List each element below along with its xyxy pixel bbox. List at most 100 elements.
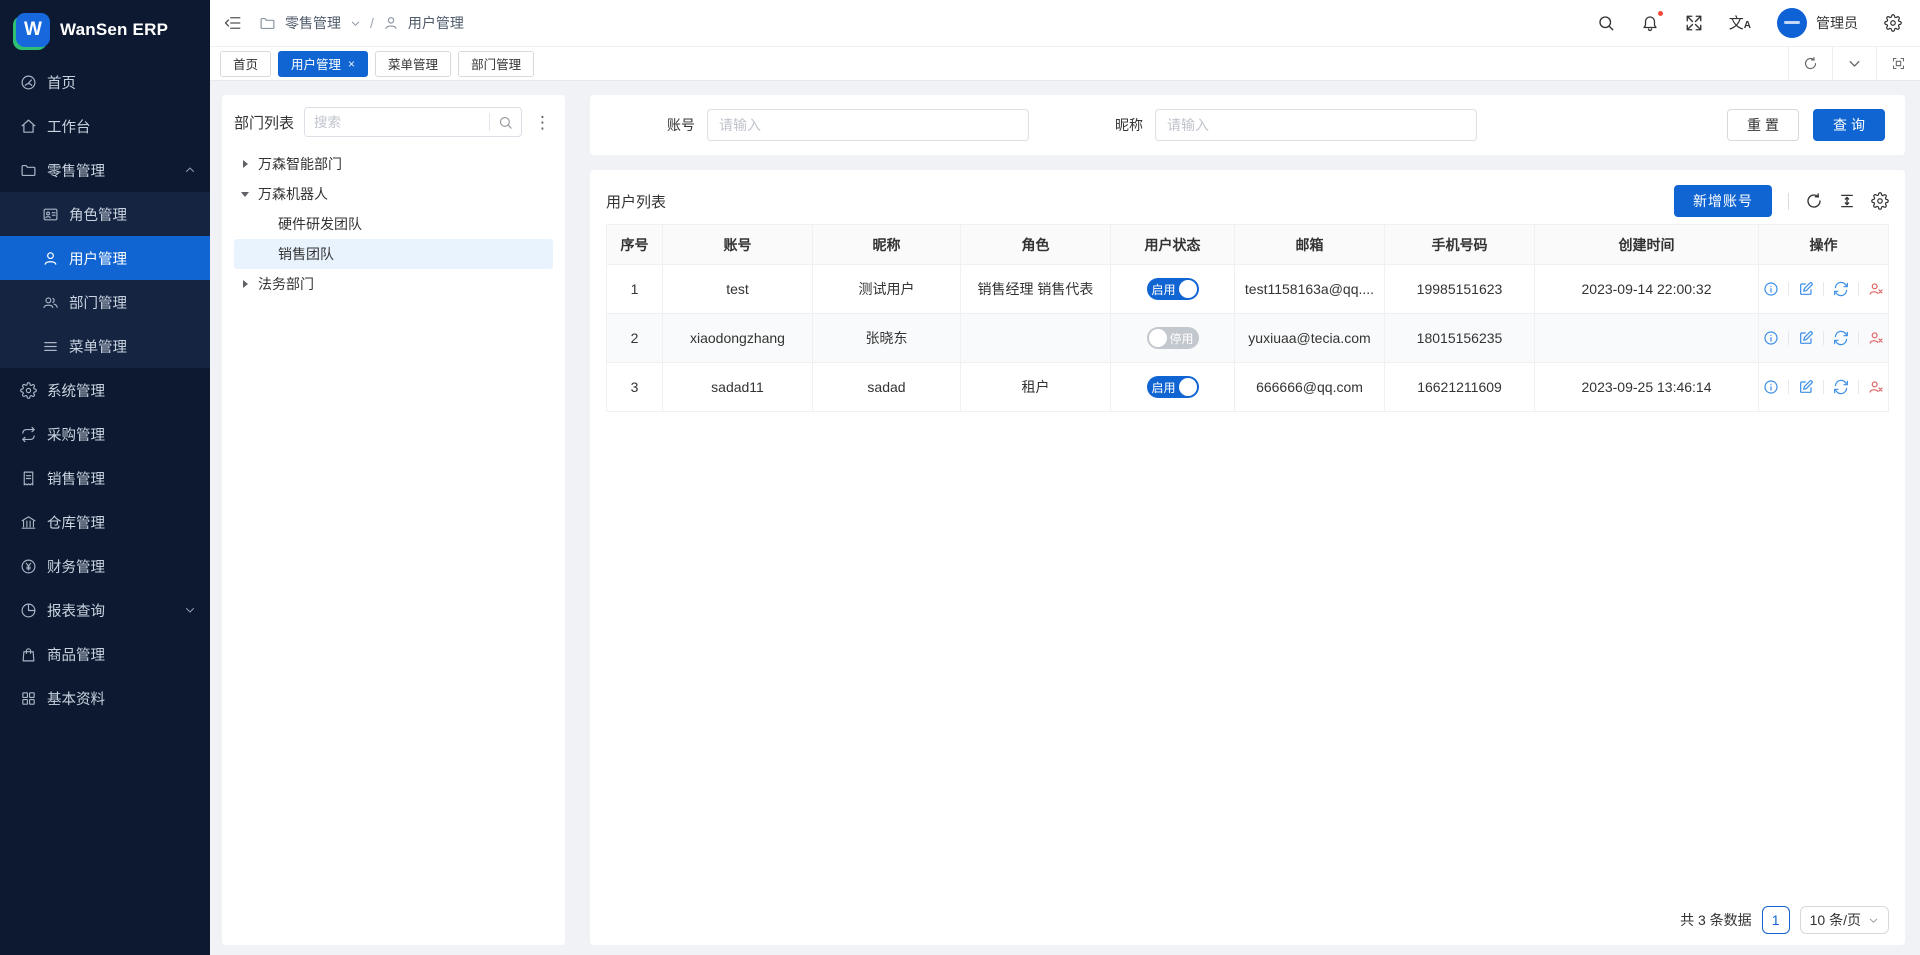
col-roles: 角色 [961, 225, 1111, 265]
status-toggle[interactable]: 启用 [1147, 278, 1199, 300]
sidebar-item-reports[interactable]: 报表查询 [0, 588, 210, 632]
delete-user-icon[interactable] [1868, 330, 1884, 346]
page-number-button[interactable]: 1 [1762, 906, 1790, 934]
department-search-input[interactable] [305, 108, 489, 136]
add-account-button[interactable]: 新增账号 [1674, 185, 1772, 217]
table-toolbar: 新增账号 [1674, 185, 1889, 217]
sidebar-item-label: 财务管理 [47, 556, 196, 577]
sidebar-item-role-mgmt[interactable]: 角色管理 [0, 192, 210, 236]
nickname-input[interactable] [1155, 109, 1477, 141]
sidebar-item-label: 首页 [47, 72, 196, 93]
close-icon[interactable]: × [348, 57, 355, 71]
sidebar-item-finance[interactable]: 财务管理 [0, 544, 210, 588]
main-column: 零售管理 / 用户管理 文A 管理员 [210, 0, 1920, 955]
input-divider [489, 113, 490, 131]
notifications-button[interactable] [1641, 14, 1659, 32]
sidebar-fold-icon[interactable] [224, 14, 242, 32]
translate-icon[interactable]: 文A [1729, 16, 1751, 31]
tree-item-label: 法务部门 [258, 274, 314, 294]
gear-icon[interactable] [1884, 14, 1902, 32]
reset-password-icon[interactable] [1833, 379, 1849, 395]
tab-label: 部门管理 [471, 54, 521, 73]
caret-down-icon[interactable] [238, 192, 252, 197]
cell-account: xiaodongzhang [663, 314, 813, 363]
tab-user-mgmt[interactable]: 用户管理 × [278, 51, 368, 77]
chevron-down-icon [1847, 56, 1862, 71]
sidebar-item-warehouse[interactable]: 仓库管理 [0, 500, 210, 544]
delete-user-icon[interactable] [1868, 379, 1884, 395]
status-toggle[interactable]: 停用 [1147, 327, 1199, 349]
user-menu[interactable]: 管理员 [1777, 8, 1858, 38]
tab-menu-mgmt[interactable]: 菜单管理 [375, 51, 451, 77]
refresh-icon[interactable] [1805, 192, 1823, 210]
sidebar-item-dashboard[interactable]: 首页 [0, 60, 210, 104]
department-panel-header: 部门列表 ⋮ [234, 107, 553, 137]
col-account: 账号 [663, 225, 813, 265]
brand[interactable]: W WanSen ERP [0, 0, 210, 60]
chevron-down-icon[interactable] [350, 18, 361, 29]
delete-user-icon[interactable] [1868, 281, 1884, 297]
tree-item-wansen-robot[interactable]: 万森机器人 [234, 179, 553, 209]
pagination: 共 3 条数据 1 10 条/页 [606, 901, 1889, 939]
tree-item-label: 万森机器人 [258, 184, 328, 204]
finance-icon [20, 558, 37, 575]
tab-home[interactable]: 首页 [220, 51, 271, 77]
caret-right-icon[interactable] [238, 160, 252, 168]
bell-icon [1641, 14, 1659, 32]
sidebar-item-label: 角色管理 [69, 204, 196, 225]
sidebar-item-goods[interactable]: 商品管理 [0, 632, 210, 676]
fullscreen-icon[interactable] [1685, 14, 1703, 32]
tab-dept-mgmt[interactable]: 部门管理 [458, 51, 534, 77]
search-icon[interactable] [1597, 14, 1615, 32]
receipt-icon [20, 470, 37, 487]
cell-email: test1158163a@qq.... [1235, 265, 1385, 314]
breadcrumb-section[interactable]: 零售管理 [285, 13, 341, 33]
gear-icon[interactable] [1871, 192, 1889, 210]
tree-item-hardware-team[interactable]: 硬件研发团队 [234, 209, 553, 239]
tab-options-button[interactable] [1832, 47, 1876, 80]
sidebar-item-retail[interactable]: 零售管理 [0, 148, 210, 192]
status-toggle[interactable]: 启用 [1147, 376, 1199, 398]
page-size-select[interactable]: 10 条/页 [1800, 906, 1889, 934]
reset-button[interactable]: 重置 [1727, 109, 1799, 141]
table-row: 3 sadad11 sadad 租户 启用 666666@qq.com [607, 363, 1889, 412]
edit-icon[interactable] [1798, 379, 1814, 395]
info-icon[interactable] [1763, 281, 1779, 297]
reset-password-icon[interactable] [1833, 330, 1849, 346]
caret-right-icon[interactable] [238, 280, 252, 288]
sidebar-item-workbench[interactable]: 工作台 [0, 104, 210, 148]
search-button[interactable]: 查询 [1813, 109, 1885, 141]
edit-icon[interactable] [1798, 281, 1814, 297]
cell-email: 666666@qq.com [1235, 363, 1385, 412]
department-panel-title: 部门列表 [234, 112, 294, 133]
tree-item-legal-dept[interactable]: 法务部门 [234, 269, 553, 299]
account-input[interactable] [707, 109, 1029, 141]
search-icon[interactable] [498, 115, 513, 130]
sidebar-item-basic-data[interactable]: 基本资料 [0, 676, 210, 720]
more-options-icon[interactable]: ⋮ [532, 114, 553, 131]
work-area: 账号 昵称 重置 查询 用户列表 [590, 95, 1905, 945]
grid-icon [20, 690, 37, 707]
sidebar-item-system[interactable]: 系统管理 [0, 368, 210, 412]
info-icon[interactable] [1763, 379, 1779, 395]
cell-email: yuxiuaa@tecia.com [1235, 314, 1385, 363]
sidebar-item-purchase[interactable]: 采购管理 [0, 412, 210, 456]
edit-icon[interactable] [1798, 330, 1814, 346]
cell-actions [1759, 314, 1889, 363]
tree-item-wansen-smart[interactable]: 万森智能部门 [234, 149, 553, 179]
row-height-icon[interactable] [1838, 192, 1856, 210]
refresh-tab-button[interactable] [1788, 47, 1832, 80]
repeat-icon [20, 426, 37, 443]
sidebar-item-dept-mgmt[interactable]: 部门管理 [0, 280, 210, 324]
status-label: 启用 [1149, 281, 1179, 298]
brand-logo: W [16, 13, 50, 47]
col-email: 邮箱 [1235, 225, 1385, 265]
tree-item-sales-team[interactable]: 销售团队 [234, 239, 553, 269]
col-nickname: 昵称 [813, 225, 961, 265]
sidebar-item-user-mgmt[interactable]: 用户管理 [0, 236, 210, 280]
content-fullscreen-button[interactable] [1876, 47, 1920, 80]
sidebar-item-menu-mgmt[interactable]: 菜单管理 [0, 324, 210, 368]
reset-password-icon[interactable] [1833, 281, 1849, 297]
info-icon[interactable] [1763, 330, 1779, 346]
sidebar-item-sales[interactable]: 销售管理 [0, 456, 210, 500]
